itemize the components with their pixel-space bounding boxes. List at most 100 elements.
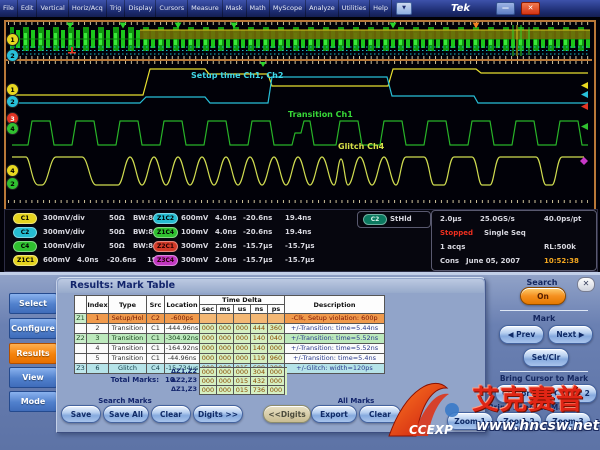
z3c4-scale: 300mV	[181, 256, 208, 264]
overview-ch1-marker[interactable]: 1	[6, 33, 19, 46]
readout-z1c4: Z1C4 100mV 4.0ns -20.6ns 19.4ns	[153, 228, 363, 239]
search-on-button[interactable]: On	[520, 287, 566, 305]
z1c2-end: 19.4ns	[285, 214, 311, 222]
overview-top-ticks	[8, 22, 592, 25]
zoom4-ground-marker[interactable]: 4	[6, 164, 19, 177]
ch1-impedance: 50Ω	[109, 214, 125, 222]
menu-cursors[interactable]: Cursors	[156, 0, 188, 17]
minimize-button[interactable]: —	[496, 2, 515, 15]
description-col-header: Description	[285, 296, 385, 314]
save-all-button[interactable]: Save All	[103, 405, 149, 423]
search-label: Search	[512, 278, 572, 287]
index-col-header: Index	[87, 296, 109, 314]
ch4-impedance: 50Ω	[109, 242, 125, 250]
record-length: RL:500k	[544, 243, 576, 251]
menu-mask[interactable]: Mask	[223, 0, 247, 17]
timebase-readout: 2.0µs	[440, 215, 462, 223]
tab-results[interactable]: Results	[9, 343, 57, 364]
acq-mode: Single Seq	[484, 229, 526, 237]
delta-z1z3-label: ΔZ1,Z3	[157, 385, 197, 393]
watermark-url: www.hncsw.net	[476, 418, 599, 434]
clear-search-marks-button[interactable]: Clear	[151, 405, 191, 423]
panel-title: Results: Mark Table	[58, 279, 484, 293]
unit-sec: sec	[200, 305, 217, 314]
overview-bottom-ticks	[8, 56, 592, 59]
overview-envelope-band	[140, 30, 590, 39]
digits-back-button[interactable]: <<Digits	[263, 405, 311, 423]
menu-trig[interactable]: Trig	[107, 0, 126, 17]
save-button[interactable]: Save	[61, 405, 101, 423]
zoom2-ground-marker[interactable]: 2	[6, 177, 19, 190]
table-row[interactable]: Z1 1 Setup/Hol C2 -600ps -Clk, Setup vio…	[75, 314, 385, 324]
menu-analyze[interactable]: Analyze	[306, 0, 339, 17]
ch4-glitch-trace	[12, 157, 584, 185]
mark-triangle-main[interactable]	[260, 62, 266, 67]
digits-forward-button[interactable]: Digits >>	[193, 405, 243, 423]
tab-view[interactable]: View	[9, 367, 57, 388]
table-row[interactable]: Z2 3 Transition C1 -304.92ns 000 000 000…	[75, 334, 385, 344]
export-button[interactable]: Export	[311, 405, 357, 423]
unit-us: us	[234, 305, 251, 314]
readout-z2c1: Z2C1 300mV 2.0ns -15.7µs -15.7µs	[153, 242, 363, 253]
tab-configure[interactable]: Configure	[9, 318, 57, 339]
menu-math[interactable]: Math	[247, 0, 270, 17]
resolution-readout: 40.0ps/pt	[544, 215, 581, 223]
type-col-header: Type	[109, 296, 147, 314]
right-edge-reference-arrows	[580, 82, 588, 165]
scope-display: Setup time Ch1, Ch2 Transition Ch1 Glitc…	[0, 17, 600, 272]
accexp-logo-text: CCEXP	[409, 423, 453, 437]
menu-utilities[interactable]: Utilities	[339, 0, 370, 17]
overview-ch2-marker[interactable]: 2	[6, 49, 19, 62]
z1c4-start: -20.6ns	[243, 228, 272, 236]
menu-dropdown-icon[interactable]: ▼	[396, 2, 412, 15]
mark-table: Index Type Src Location Time Delta Descr…	[74, 295, 385, 374]
ch4-ground-marker[interactable]: 4	[6, 122, 19, 135]
z1c1-badge: Z1C1	[13, 255, 38, 266]
ch1-scale: 300mV/div	[43, 214, 85, 222]
transition-trace	[12, 121, 588, 145]
set-clear-mark-button[interactable]: Set/Clr	[523, 348, 569, 367]
z1c2-badge: Z1C2	[153, 213, 178, 224]
zone-col-header	[75, 296, 87, 314]
tab-select[interactable]: Select	[9, 293, 57, 314]
menu-file[interactable]: File	[0, 0, 18, 17]
cons-label: Cons	[440, 257, 459, 265]
menu-display[interactable]: Display	[125, 0, 156, 17]
menu-edit[interactable]: Edit	[18, 0, 38, 17]
tab-mode[interactable]: Mode	[9, 391, 57, 412]
z1c4-scale: 100mV	[181, 228, 208, 236]
prev-mark-button[interactable]: ◀ Prev	[499, 325, 544, 344]
search-marks-label: Search Marks	[61, 397, 189, 405]
delta-z1z2-label: ΔZ1,Z2	[157, 367, 197, 375]
close-window-button[interactable]: ✕	[521, 2, 540, 15]
menu-myscope[interactable]: MyScope	[270, 0, 306, 17]
trigger-mode: StHld	[390, 215, 412, 223]
menu-help[interactable]: Help	[370, 0, 392, 17]
z1c4-end: 19.4ns	[285, 228, 311, 236]
table-row[interactable]: 5 Transition C1 -44.96ns 000 000 000 119…	[75, 354, 385, 364]
z2c1-timebase: 2.0ns	[215, 242, 237, 250]
mark-label: Mark	[514, 314, 574, 323]
close-dialog-button[interactable]: ✕	[577, 277, 595, 292]
ch2-ground-marker[interactable]: 2	[6, 95, 19, 108]
trigger-readout: C2 StHld	[357, 211, 431, 228]
table-row[interactable]: 2 Transition C1 -444.96ns 000 000 000 44…	[75, 324, 385, 334]
main-top-ticks	[8, 61, 588, 64]
main-bottom-ticks	[8, 200, 588, 203]
readout-z1c2: Z1C2 600mV 4.0ns -20.6ns 19.4ns	[153, 214, 363, 225]
readout-bar: C1 300mV/div 50Ω BW:8.0G C2 300mV/div 50…	[4, 209, 598, 272]
annotation-transition: Transition Ch1	[288, 110, 353, 119]
next-mark-button[interactable]: Next ▶	[548, 325, 593, 344]
ch2-scale: 300mV/div	[43, 228, 85, 236]
z2c1-end: -15.7µs	[285, 242, 315, 250]
table-row[interactable]: 4 Transition C1 -164.92ns 000 000 000 14…	[75, 344, 385, 354]
ch1-badge: C1	[13, 213, 37, 224]
clock-readout: 10:52:38	[544, 257, 579, 265]
menu-vertical[interactable]: Vertical	[37, 0, 68, 17]
z1c1-start: -20.6ns	[107, 256, 136, 264]
z3c4-end: -15.7µs	[285, 256, 315, 264]
ch2-impedance: 50Ω	[109, 228, 125, 236]
menu-horiz-acq[interactable]: Horiz/Acq	[69, 0, 107, 17]
z1c1-timebase: 4.0ns	[77, 256, 99, 264]
menu-measure[interactable]: Measure	[188, 0, 223, 17]
